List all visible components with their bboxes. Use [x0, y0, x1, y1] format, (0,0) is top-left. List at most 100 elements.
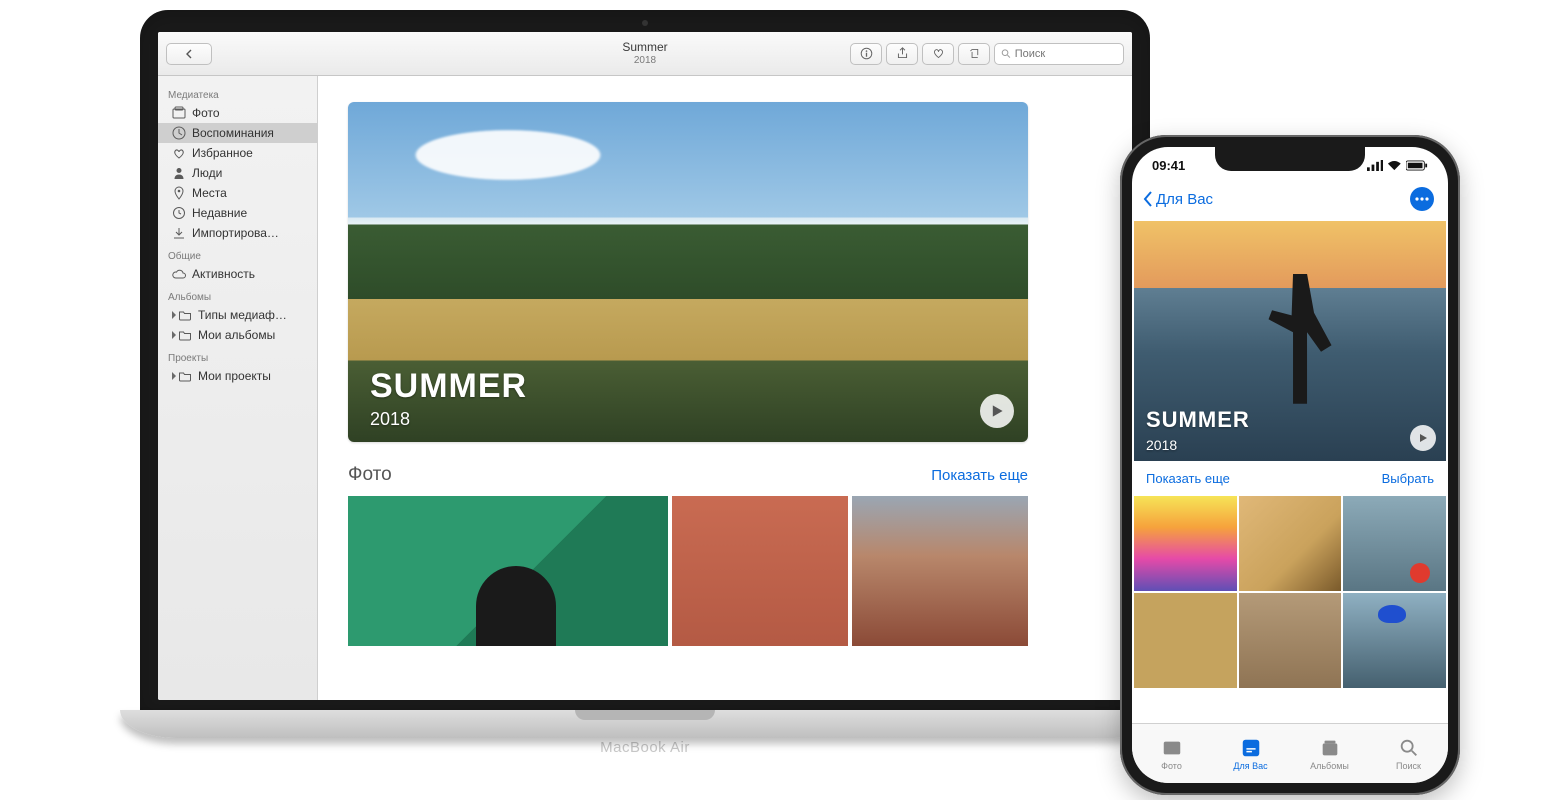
sidebar-section-projects: Проекты: [158, 345, 317, 366]
macbook-bezel: Summer 2018: [140, 10, 1150, 710]
sidebar-section-shared: Общие: [158, 243, 317, 264]
toolbar-right: [850, 43, 1124, 65]
disclosure-triangle-icon[interactable]: [172, 331, 176, 339]
play-icon: [990, 404, 1004, 418]
photos-tab-icon: [1161, 737, 1183, 759]
search-input[interactable]: [1015, 48, 1117, 60]
info-button[interactable]: [850, 43, 882, 65]
play-icon: [1418, 433, 1428, 443]
ios-show-more-link[interactable]: Показать еще: [1146, 471, 1230, 486]
ios-memory-year: 2018: [1146, 437, 1177, 453]
sidebar-item-people[interactable]: Люди: [158, 163, 317, 183]
photo-thumbnail[interactable]: [348, 496, 668, 646]
photo-thumbnail[interactable]: [1134, 593, 1237, 688]
photo-thumbnail[interactable]: [1239, 496, 1342, 591]
tab-label: Фото: [1161, 761, 1182, 771]
sidebar-item-my-albums[interactable]: Мои альбомы: [158, 325, 317, 345]
app-body: Медиатека Фото Воспоминания Избранное: [158, 76, 1132, 700]
sidebar-item-favorites[interactable]: Избранное: [158, 143, 317, 163]
chevron-left-icon: [1142, 191, 1154, 207]
chevron-left-icon: [184, 49, 194, 59]
sidebar-item-my-projects[interactable]: Мои проекты: [158, 366, 317, 386]
search-tab-icon: [1398, 737, 1420, 759]
back-button[interactable]: [166, 43, 212, 65]
sidebar-item-media-types[interactable]: Типы медиаф…: [158, 305, 317, 325]
show-more-link[interactable]: Показать еще: [931, 467, 1028, 484]
macbook-label: MacBook Air: [600, 739, 690, 756]
tab-label: Альбомы: [1310, 761, 1349, 771]
heart-icon: [172, 146, 186, 160]
folder-icon: [178, 328, 192, 342]
sidebar-item-activity[interactable]: Активность: [158, 264, 317, 284]
photos-section-header: Фото Показать еще: [348, 464, 1028, 486]
sidebar-item-label: Активность: [192, 267, 255, 281]
ios-memory-title: SUMMER: [1146, 407, 1250, 433]
sidebar-item-photos[interactable]: Фото: [158, 103, 317, 123]
macbook-base: [120, 710, 1170, 738]
sidebar-item-label: Места: [192, 186, 227, 200]
sidebar-item-places[interactable]: Места: [158, 183, 317, 203]
pin-icon: [172, 186, 186, 200]
iphone-device: 09:41 Для Вас SUMMER 2018: [1120, 135, 1460, 795]
folder-icon: [178, 369, 192, 383]
rotate-icon: [968, 47, 981, 60]
ios-nav-bar: Для Вас: [1132, 183, 1448, 221]
photo-thumbnail[interactable]: [852, 496, 1028, 646]
share-icon: [896, 47, 909, 60]
photo-thumbnails: [348, 496, 1028, 646]
ios-more-button[interactable]: [1410, 187, 1434, 211]
ios-play-button[interactable]: [1410, 425, 1436, 451]
foryou-tab-icon: [1240, 737, 1262, 759]
photo-thumbnail[interactable]: [1343, 593, 1446, 688]
sidebar-item-imports[interactable]: Импортирова…: [158, 223, 317, 243]
tab-albums[interactable]: Альбомы: [1290, 737, 1369, 771]
main-content: SUMMER 2018 Фото Показать еще: [318, 76, 1132, 700]
ios-back-button[interactable]: Для Вас: [1142, 191, 1213, 208]
tab-for-you[interactable]: Для Вас: [1211, 737, 1290, 771]
play-button[interactable]: [980, 394, 1014, 428]
ios-back-label: Для Вас: [1156, 191, 1213, 208]
sidebar-item-label: Мои проекты: [198, 369, 271, 383]
memory-hero-card[interactable]: SUMMER 2018: [348, 102, 1028, 442]
search-icon: [1001, 48, 1011, 59]
sidebar-item-label: Мои альбомы: [198, 328, 275, 342]
share-button[interactable]: [886, 43, 918, 65]
sidebar-item-label: Фото: [192, 106, 220, 120]
status-indicators: [1367, 160, 1428, 171]
sidebar-item-label: Воспоминания: [192, 126, 274, 140]
macbook-device: Summer 2018: [120, 10, 1170, 790]
folder-icon: [178, 308, 192, 322]
window-title: Summer: [622, 40, 667, 54]
more-icon: [1415, 197, 1429, 201]
heart-icon: [932, 47, 945, 60]
battery-icon: [1406, 160, 1428, 171]
tab-photos[interactable]: Фото: [1132, 737, 1211, 771]
disclosure-triangle-icon[interactable]: [172, 311, 176, 319]
tab-search[interactable]: Поиск: [1369, 737, 1448, 771]
disclosure-triangle-icon[interactable]: [172, 372, 176, 380]
sidebar: Медиатека Фото Воспоминания Избранное: [158, 76, 318, 700]
hero-figure: [1265, 274, 1335, 404]
sidebar-item-memories[interactable]: Воспоминания: [158, 123, 317, 143]
sidebar-item-label: Типы медиаф…: [198, 308, 287, 322]
ios-tab-bar: Фото Для Вас Альбомы Поиск: [1132, 723, 1448, 783]
ios-select-link[interactable]: Выбрать: [1382, 471, 1434, 486]
iphone-bezel: 09:41 Для Вас SUMMER 2018: [1120, 135, 1460, 795]
photo-thumbnail[interactable]: [1239, 593, 1342, 688]
sidebar-item-label: Избранное: [192, 146, 253, 160]
photo-thumbnail[interactable]: [1343, 496, 1446, 591]
rotate-button[interactable]: [958, 43, 990, 65]
hero-decoration: [378, 120, 638, 190]
ios-memory-hero[interactable]: SUMMER 2018: [1134, 221, 1446, 461]
photos-window: Summer 2018: [158, 32, 1132, 700]
search-field[interactable]: [994, 43, 1124, 65]
photo-thumbnail[interactable]: [672, 496, 848, 646]
albums-tab-icon: [1319, 737, 1341, 759]
memory-title: SUMMER: [370, 367, 527, 406]
status-time: 09:41: [1152, 158, 1185, 173]
sidebar-item-recent[interactable]: Недавние: [158, 203, 317, 223]
favorite-button[interactable]: [922, 43, 954, 65]
window-titlebar: Summer 2018: [158, 32, 1132, 76]
photo-thumbnail[interactable]: [1134, 496, 1237, 591]
sidebar-section-albums: Альбомы: [158, 284, 317, 305]
